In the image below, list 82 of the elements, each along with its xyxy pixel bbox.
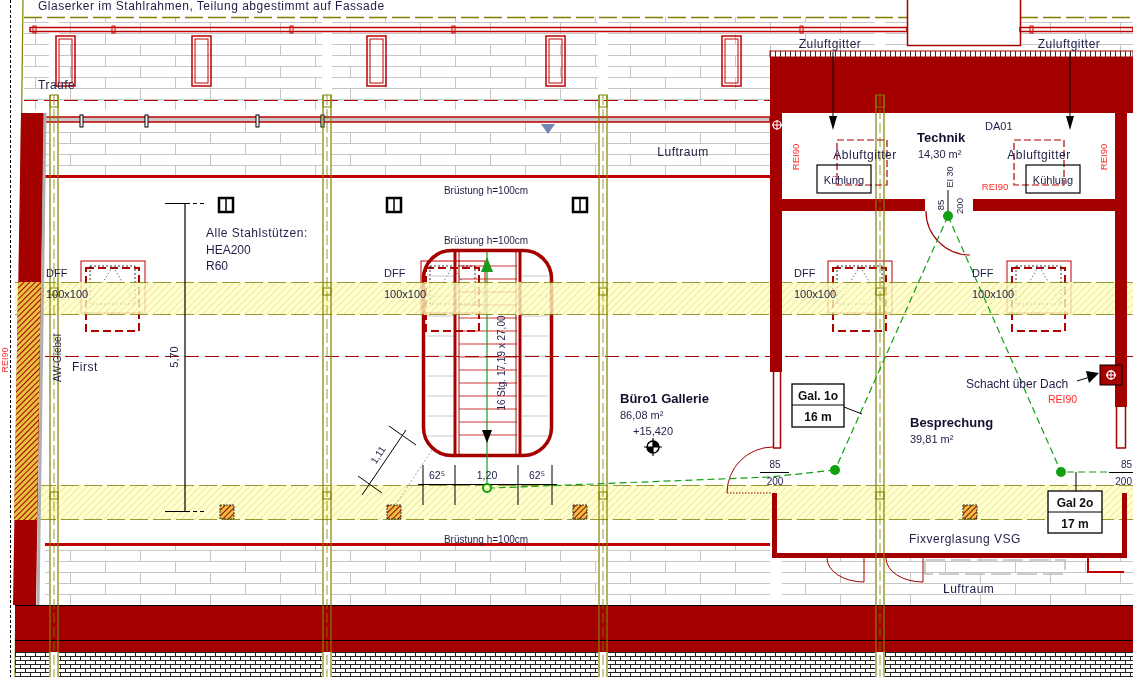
column-note: Alle Stahlstützen: HEA200 R60 [206,226,308,273]
void-label: Luftraum [657,145,709,159]
dimension-label: 5,70 [168,346,180,368]
fire-rating-label: REI90 [789,143,801,171]
leader-arrow [1076,371,1099,383]
window-frame [366,35,387,87]
room-code: DA01 [985,120,1013,132]
cooling-unit-label: Kühlung [1032,174,1074,186]
gable-wall-label: AW-Giebel [51,334,63,382]
cooling-unit-outline [1025,164,1081,194]
roof-window-size: 100x100 [384,288,427,300]
window-frame [721,35,742,87]
column-icon [571,196,589,214]
supply-grille-label: Zuluftgitter [798,37,862,51]
door-height-label: 200 [953,198,965,214]
fire-rating-label: REI90 [0,347,10,373]
dimension-label: 62⁵ [529,469,545,481]
shaft-label: Schacht über Dach [966,377,1069,391]
room-area: 86,08 m² [620,409,664,421]
roof-window-type: DFF [384,267,406,279]
elevation-marker-icon [643,437,663,457]
parapet-label: Brüstung h=100cm [443,185,529,196]
parapet-label: Brüstung h=100cm [443,235,529,246]
leader-line [947,189,949,213]
door-height-label: 200 [766,476,784,487]
column-footprint-icon [572,504,588,520]
parapet-label: Brüstung h=100cm [443,534,529,545]
leader-line [843,406,863,415]
elevation-label: +15,420 [633,425,674,437]
door-width-label: 85 [1120,459,1132,470]
door-height-label: 200 [1115,476,1132,487]
escape-point-icon [943,211,953,221]
eaves-label: Traufe [38,78,76,92]
dimension-label: 62⁵ [429,469,445,481]
column-footprint-icon [219,504,235,520]
crosshair-icon [771,119,783,131]
escape-route-tag [1047,490,1103,534]
supply-grille-label: Zuluftgitter [1037,37,1101,51]
shaft-drawing [1099,364,1123,386]
cooling-unit-outline [816,164,872,194]
door-swing-drawing [826,557,865,583]
column-footprint-icon [962,504,978,520]
room-name: Technik [917,130,966,145]
fire-rating-label: REI90 [1048,393,1078,405]
ridge-label: First [72,360,98,374]
escape-point-icon [1056,467,1066,477]
escape-route-label: Gal. 1o [798,389,838,403]
cooling-unit-label: Kühlung [823,174,865,186]
fire-rating-label: REI90 [1097,143,1109,171]
escape-point-icon [830,465,840,475]
door-rating-label: EI 30 [945,166,955,188]
leader-line [1075,471,1077,492]
room-name: Besprechung [910,415,994,430]
fire-rating-label: REI90 [981,180,1009,192]
escape-route-tag [791,383,845,428]
column-icon [217,196,235,214]
window-outline [1115,406,1127,449]
escape-distance-label: 16 m [804,410,832,424]
roof-window-size: 100x100 [794,288,837,300]
door-width-label: 85 [769,459,781,470]
glazing-label: Fixverglasung VSG [909,532,1021,546]
window-frame [545,35,566,87]
roof-window-type: DFF [794,267,816,279]
escape-point-icon [482,483,492,493]
plan-note: Glaserker im Stahlrahmen, Teilung abgestimmt auf Fassade [38,0,385,13]
dimension-label: 1,11 [368,444,388,466]
room-area: 14,30 m² [918,148,962,160]
stair-label: 16 Stg. 17,19 x 27,00 [495,315,507,411]
roof-window-type: DFF [972,267,994,279]
room-name: Büro1 Gallerie [620,391,709,406]
column-footprint-icon [386,504,402,520]
column-icon [385,196,403,214]
room-area: 39,81 m² [910,433,954,445]
window-frame [191,35,212,87]
roof-tiles-drawing [15,652,49,677]
door-width-label: 85 [934,199,946,211]
door-swing-drawing [885,557,924,583]
void-label: Luftraum [943,582,995,596]
roof-window-size: 100x100 [972,288,1015,300]
wall-line [1087,557,1125,573]
escape-distance-label: 17 m [1061,517,1089,531]
escape-route-label: Gal 2o [1056,496,1094,510]
